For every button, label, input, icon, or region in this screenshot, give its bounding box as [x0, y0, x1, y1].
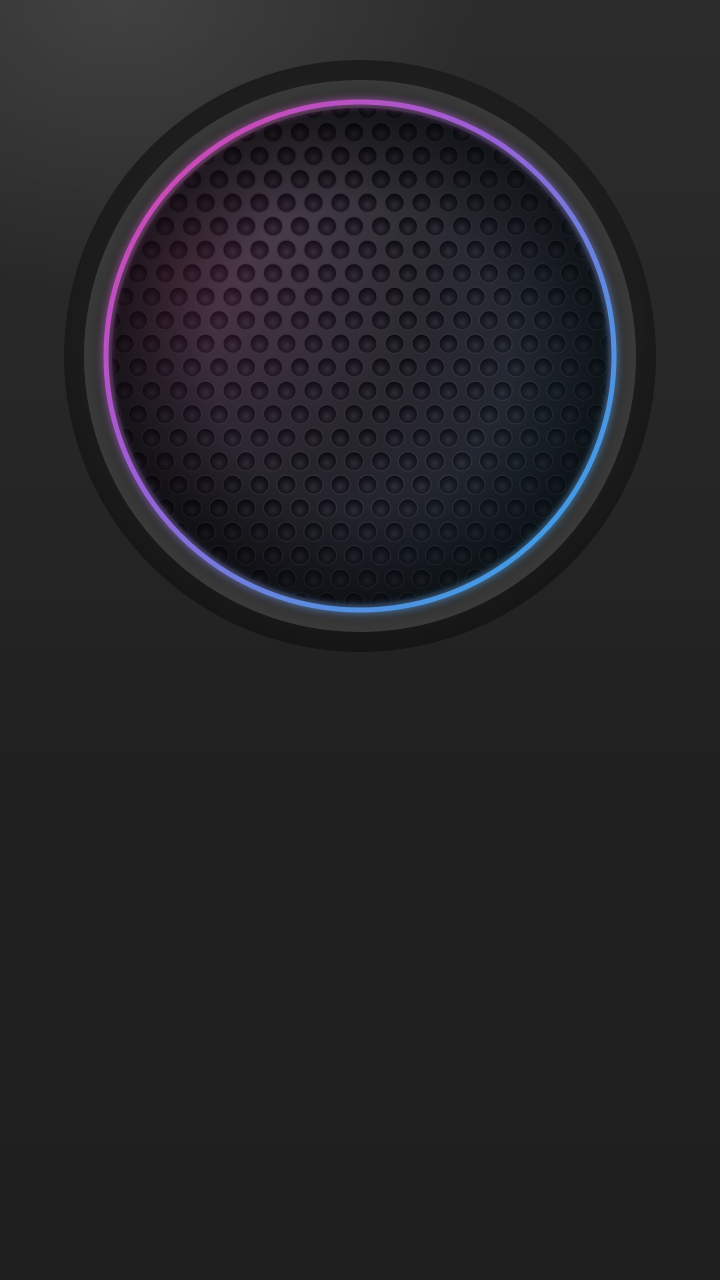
- speaker-visualizer[interactable]: [0, 0, 720, 720]
- app-screen: [0, 0, 720, 1280]
